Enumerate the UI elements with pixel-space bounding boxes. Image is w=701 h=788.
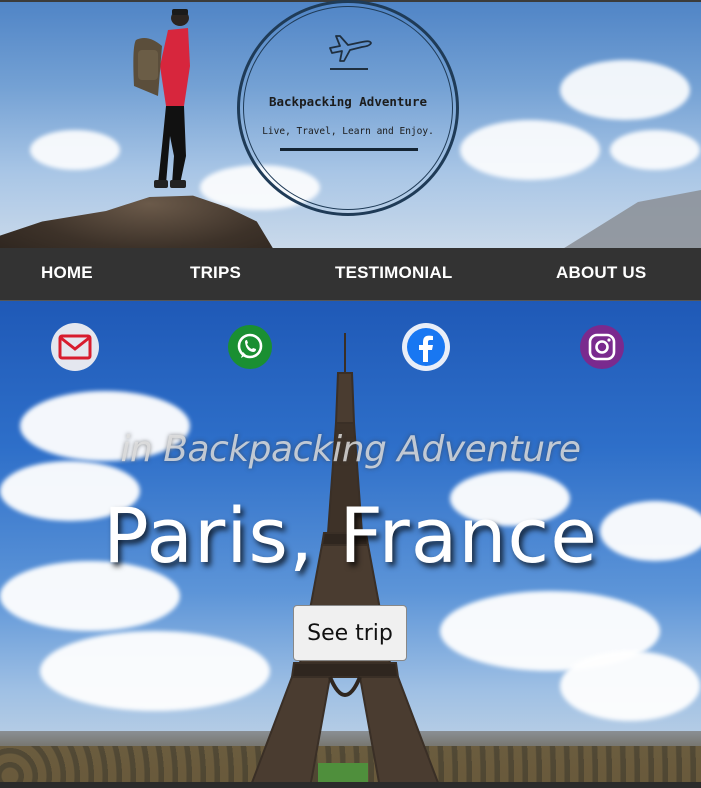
nav-item-about-us[interactable]: ABOUT US [556,263,646,283]
bottom-edge [0,782,701,788]
nav-item-testimonial[interactable]: TESTIMONIAL [335,263,452,283]
nav-item-home[interactable]: HOME [41,263,93,283]
hero-headline: Paris, France [103,491,598,580]
logo-tagline: Live, Travel, Learn and Enjoy. [262,126,434,137]
cloud [30,130,120,170]
hero-subtitle: in Backpacking Adventure [120,429,581,470]
logo-underline [280,148,418,151]
page: Backpacking Adventure Live, Travel, Lear… [0,0,701,788]
email-link[interactable] [51,323,99,371]
whatsapp-link[interactable] [228,325,272,369]
cloud [610,130,700,170]
facebook-link[interactable] [402,323,450,371]
see-trip-button[interactable]: See trip [293,605,407,661]
cloud [560,60,690,120]
main-nav: HOME TRIPS TESTIMONIAL ABOUT US [0,248,701,301]
cloud [40,631,270,711]
airplane-icon [329,35,372,62]
whatsapp-icon [237,333,263,359]
logo-divider [330,68,368,70]
cloud [560,651,700,721]
logo-title: Backpacking Adventure [268,94,428,109]
cloud [460,120,600,180]
instagram-icon [588,333,616,361]
hiker-image [133,9,190,188]
facebook-icon [407,328,445,366]
hero-section: in Backpacking Adventure Paris, France S… [0,301,701,788]
mail-icon [58,334,92,360]
header-banner: Backpacking Adventure Live, Travel, Lear… [0,0,701,248]
nav-item-trips[interactable]: TRIPS [190,263,241,283]
instagram-link[interactable] [580,325,624,369]
distant-mountain [561,190,701,248]
